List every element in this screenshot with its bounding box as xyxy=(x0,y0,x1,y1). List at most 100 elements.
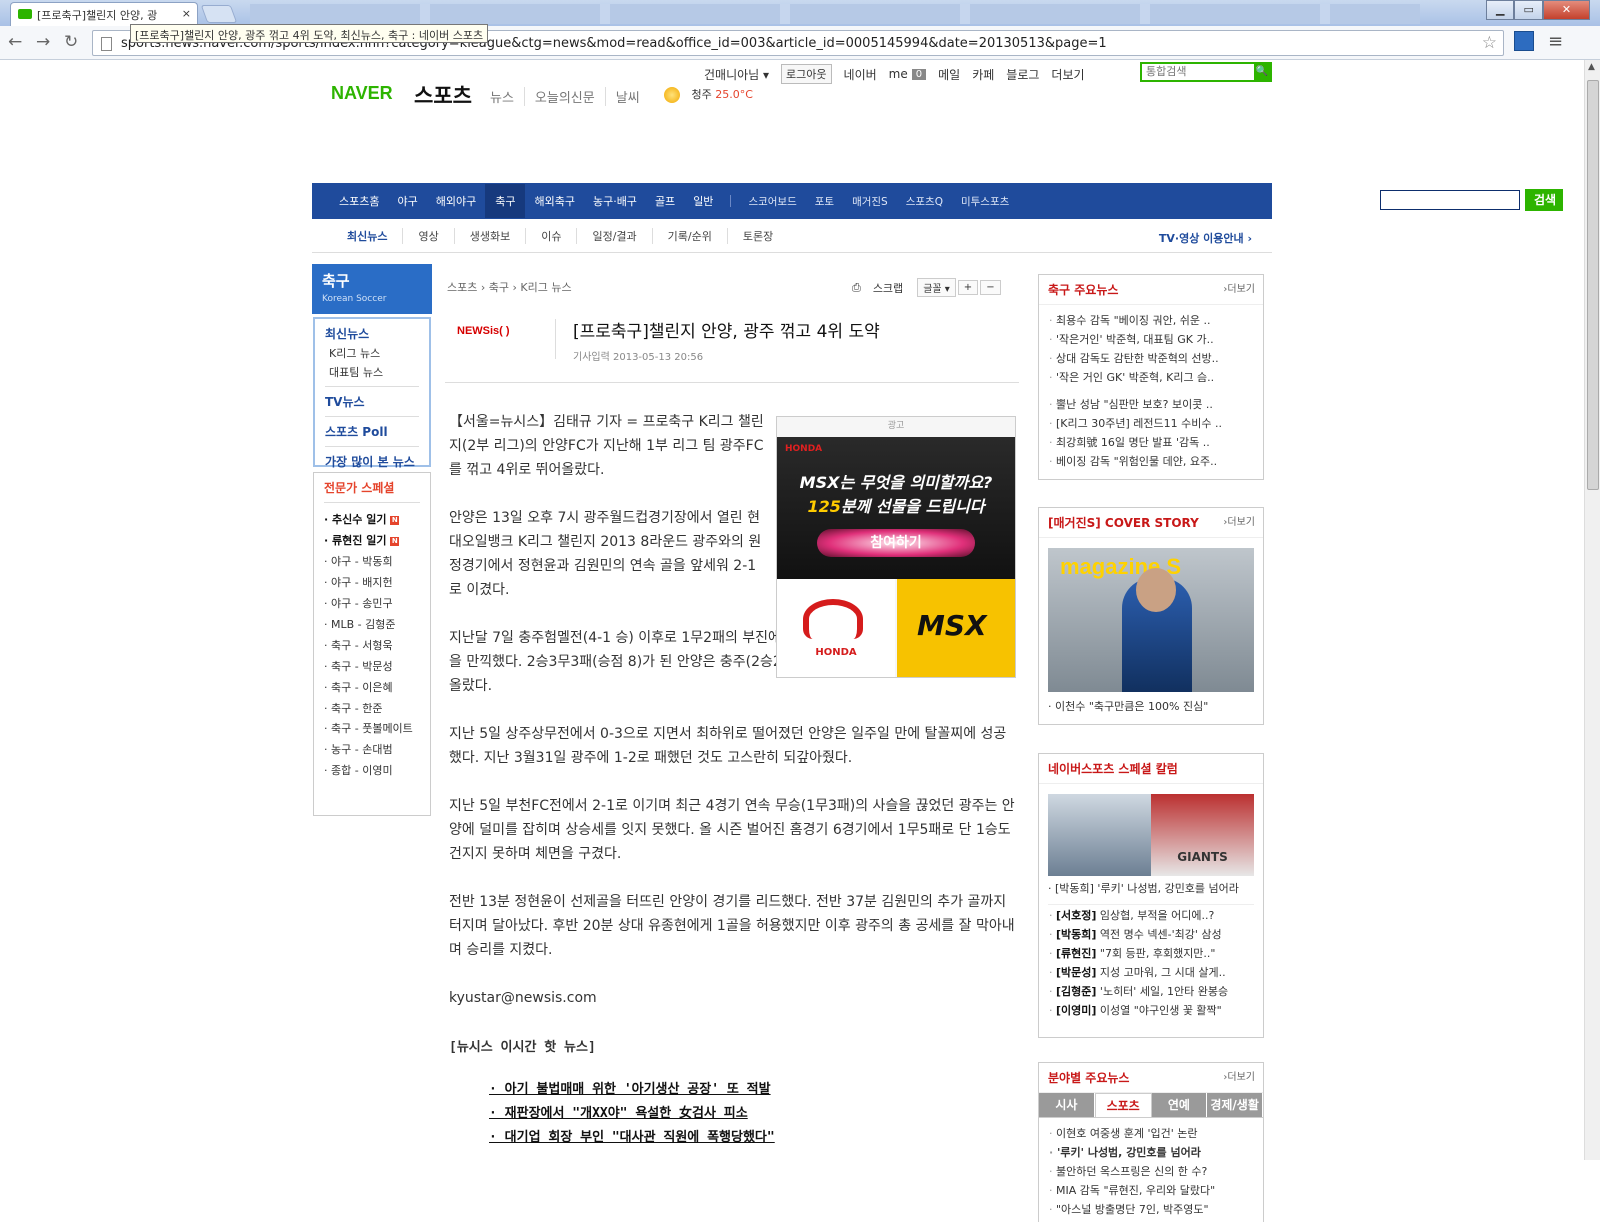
gnb-link-cafe[interactable]: 카페 xyxy=(972,66,994,83)
lnb-special-item[interactable]: · 야구 - 박동희 xyxy=(324,551,420,572)
column-item[interactable]: [서호정] 임상협, 부적을 어디에..? xyxy=(1039,906,1263,925)
naver-logo[interactable]: NAVER xyxy=(331,83,393,104)
forward-arrow-icon[interactable]: → xyxy=(36,32,50,52)
advertisement[interactable]: 광고 HONDA MSX는 무엇을 의미할까요? 125분께 선물을 드립니다 … xyxy=(776,416,1016,678)
lnb-special-item[interactable]: · 종합 - 이영미 xyxy=(324,760,420,781)
column-item[interactable]: [박동희] 역전 명수 넥센-'최강' 삼성 xyxy=(1039,925,1263,944)
news-item[interactable]: 뿔난 성남 "심판만 보호? 보이콧 .. xyxy=(1039,395,1263,414)
lnb-special-item[interactable]: · 류현진 일기 N xyxy=(324,530,420,551)
browser-tab-active[interactable]: [프로축구]챌린지 안양, 광 × xyxy=(10,2,198,26)
tv-guide-link[interactable]: TV·영상 이용안내 › xyxy=(1159,230,1252,246)
lnb-kleague[interactable]: K리그 뉴스 xyxy=(329,345,419,361)
lnb-special-item[interactable]: · 축구 - 박문성 xyxy=(324,656,420,677)
bookmark-star-icon[interactable]: ☆ xyxy=(1482,33,1497,53)
nav-sportsq[interactable]: 스포츠Q xyxy=(897,194,952,209)
back-arrow-icon[interactable]: ← xyxy=(8,32,22,52)
more-link[interactable]: ›더보기 xyxy=(1223,508,1255,538)
nav-magazine[interactable]: 매거진S xyxy=(843,194,897,209)
lnb-special-item[interactable]: · 추신수 일기 N xyxy=(324,509,420,530)
font-plus-button[interactable]: + xyxy=(957,280,979,295)
news-item[interactable]: 상대 감독도 감탄한 박준혁의 선방.. xyxy=(1039,349,1263,368)
subnav-schedule[interactable]: 일정/결과 xyxy=(576,227,651,244)
maximize-button[interactable]: ▭ xyxy=(1514,0,1543,20)
news-item[interactable]: 이현호 여중생 훈계 '입건' 논란 xyxy=(1039,1124,1263,1143)
lnb-special-item[interactable]: · 축구 - 이은혜 xyxy=(324,677,420,698)
more-link[interactable]: ›더보기 xyxy=(1223,275,1255,305)
lnb-national[interactable]: 대표팀 뉴스 xyxy=(329,364,419,380)
scrollbar-thumb[interactable] xyxy=(1587,80,1599,490)
more-link[interactable]: ›더보기 xyxy=(1223,1063,1255,1093)
subnav-issue[interactable]: 이슈 xyxy=(525,227,576,244)
press-logo[interactable]: NEWSis( ) xyxy=(457,325,510,337)
nav-world-soccer[interactable]: 해외축구 xyxy=(525,193,583,209)
subnav-records[interactable]: 기록/순위 xyxy=(651,227,727,244)
scrap-button[interactable]: 스크랩 xyxy=(873,280,903,296)
nav-golf[interactable]: 골프 xyxy=(646,193,684,209)
news-item[interactable]: 최강희號 16일 명단 발표 '감독 .. xyxy=(1039,433,1263,452)
gnb-link-mail[interactable]: 메일 xyxy=(938,66,960,83)
reporter-email[interactable]: kyustar@newsis.com xyxy=(449,986,1019,1010)
extension-icon[interactable] xyxy=(1514,31,1534,51)
reload-icon[interactable]: ↻ xyxy=(64,32,78,52)
close-window-button[interactable]: ✕ xyxy=(1542,0,1590,20)
column-item[interactable]: [김형준] '노히터' 세일, 1안타 완봉승 xyxy=(1039,982,1263,1001)
nav-basketball[interactable]: 농구·배구 xyxy=(584,193,646,209)
nav-photo[interactable]: 포토 xyxy=(806,194,843,209)
tab-close-icon[interactable]: × xyxy=(182,7,191,20)
news-item[interactable]: [K리그 30주년] 레전드11 수비수 .. xyxy=(1039,414,1263,433)
tab-entertainment[interactable]: 연예 xyxy=(1151,1093,1208,1117)
gnb-link-me[interactable]: me xyxy=(889,67,908,81)
ad-cta-button[interactable]: 참여하기 xyxy=(817,529,975,557)
nav-sports-home[interactable]: 스포츠홈 xyxy=(330,193,388,209)
column-item[interactable]: [이영미] 이성열 "야구인생 꽃 활짝" xyxy=(1039,1001,1263,1020)
subnav-latest[interactable]: 최신뉴스 xyxy=(332,228,402,244)
lnb-poll[interactable]: 스포츠 Poll xyxy=(325,423,419,440)
logout-button[interactable]: 로그아웃 xyxy=(781,64,832,84)
tab-economy[interactable]: 경제/생활 xyxy=(1207,1093,1263,1117)
news-item[interactable]: MIA 감독 "류현진, 우리와 달랐다" xyxy=(1039,1181,1263,1200)
nav-mlb[interactable]: 해외야구 xyxy=(427,193,485,209)
news-item[interactable]: '작은 거인 GK' 박준혁, K리그 슴.. xyxy=(1039,368,1263,387)
tab-politics[interactable]: 시사 xyxy=(1039,1093,1095,1117)
gnb-link-blog[interactable]: 블로그 xyxy=(1006,66,1039,83)
hot-news-link[interactable]: · 대기업 회장 부인 "대사관 직원에 폭행당했다" xyxy=(489,1126,1019,1150)
magazine-caption[interactable]: · 이천수 "축구만큼은 100% 진심" xyxy=(1048,698,1208,714)
minimize-button[interactable]: ▁ xyxy=(1486,0,1515,20)
magazine-cover-image[interactable]: magazine S xyxy=(1048,548,1254,692)
subnav-video[interactable]: 영상 xyxy=(402,227,453,244)
nav-soccer[interactable]: 축구 xyxy=(485,184,526,218)
gnb-link-naver[interactable]: 네이버 xyxy=(844,66,877,83)
news-item[interactable]: 베이징 감독 "위험인물 데얀, 요주.. xyxy=(1039,452,1263,471)
scroll-up-icon[interactable]: ▲ xyxy=(1588,62,1595,72)
print-icon[interactable]: ⎙ xyxy=(852,281,861,295)
news-item[interactable]: 최용수 감독 "베이징 궈안, 쉬운 .. xyxy=(1039,311,1263,330)
wrench-menu-icon[interactable]: ≡ xyxy=(1548,31,1563,52)
nav-me2[interactable]: 미투스포츠 xyxy=(952,194,1018,209)
user-menu[interactable]: 건매니아님 ▾ xyxy=(704,66,769,83)
column-item[interactable]: [류현진] "7회 등판, 후회했지만.." xyxy=(1039,944,1263,963)
lnb-special-item[interactable]: · 야구 - 송민구 xyxy=(324,593,420,614)
header-menu-news[interactable]: 뉴스 xyxy=(490,87,524,106)
news-item[interactable]: '작은거인' 박준혁, 대표팀 GK 가.. xyxy=(1039,330,1263,349)
lnb-special-item[interactable]: · 축구 - 서형욱 xyxy=(324,635,420,656)
column-item[interactable]: [박문성] 지성 고마워, 그 시대 살게.. xyxy=(1039,963,1263,982)
hot-news-link[interactable]: · 아기 불법매매 위한 '아기생산 공장' 또 적발 xyxy=(489,1078,1019,1102)
sports-search-input[interactable] xyxy=(1380,190,1520,210)
lnb-latest[interactable]: 최신뉴스 xyxy=(325,325,419,342)
nav-general[interactable]: 일반 xyxy=(684,193,722,209)
sports-logo[interactable]: 스포츠 xyxy=(414,80,472,110)
news-item[interactable]: '루키' 나성범, 강민호를 넘어라 xyxy=(1039,1143,1263,1162)
lnb-most-viewed[interactable]: 가장 많이 본 뉴스 xyxy=(325,453,419,470)
font-minus-button[interactable]: − xyxy=(980,280,1001,295)
hot-news-link[interactable]: · 재판장에서 "개XX야" 욕설한 女검사 피소 xyxy=(489,1102,1019,1126)
lnb-tv[interactable]: TV뉴스 xyxy=(325,393,419,410)
subnav-photo[interactable]: 생생화보 xyxy=(453,227,525,244)
sports-search-button[interactable]: 검색 xyxy=(1525,189,1563,211)
tab-sports[interactable]: 스포츠 xyxy=(1094,1093,1152,1117)
new-tab-button[interactable] xyxy=(200,5,238,23)
nav-baseball[interactable]: 야구 xyxy=(388,193,426,209)
lnb-special-item[interactable]: · 축구 - 한준 xyxy=(324,698,420,719)
news-item[interactable]: "아스널 방출명단 7인, 박주영도" xyxy=(1039,1200,1263,1219)
global-search-input[interactable] xyxy=(1142,64,1252,80)
gnb-link-more[interactable]: 더보기 xyxy=(1051,66,1084,83)
